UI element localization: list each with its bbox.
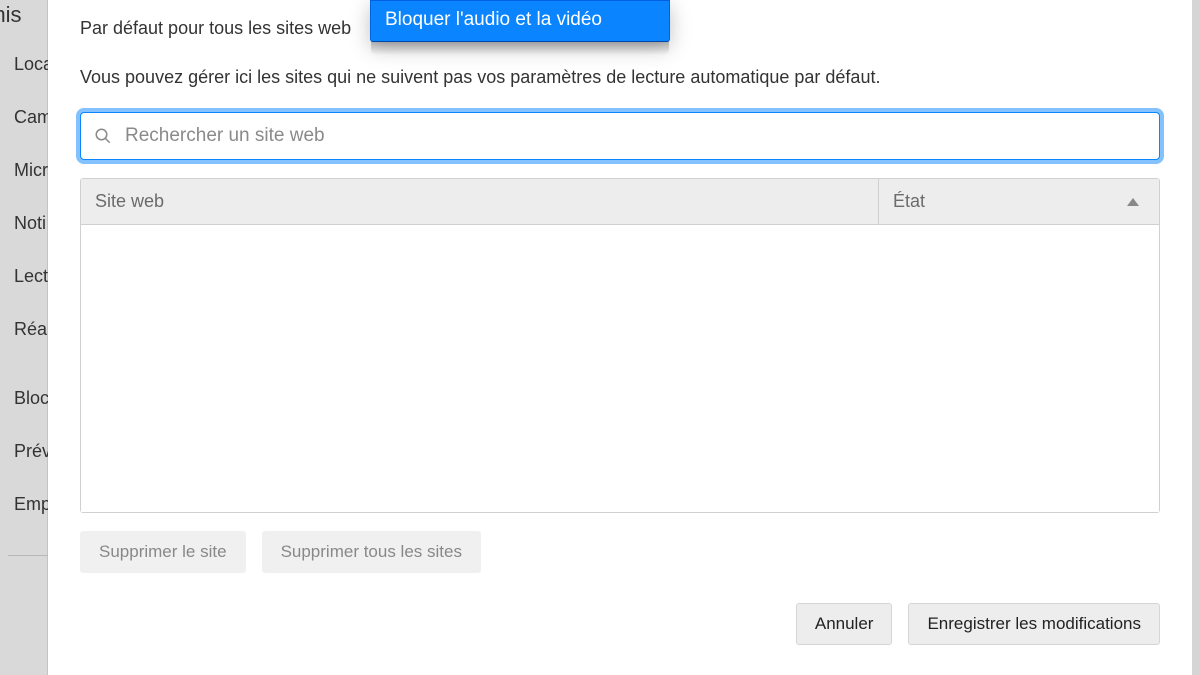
sidebar-item-autoplay[interactable]: Lect [0, 266, 47, 287]
col-header-site[interactable]: Site web [81, 179, 879, 224]
sidebar-divider [8, 555, 48, 556]
window-edge-right [1192, 0, 1200, 675]
sort-asc-icon [1127, 198, 1139, 206]
remove-site-button: Supprimer le site [80, 531, 246, 573]
col-header-etat-label: État [893, 191, 925, 212]
remove-all-sites-button: Supprimer tous les sites [262, 531, 481, 573]
hint-text: Vous pouvez gérer ici les sites qui ne s… [80, 67, 1160, 88]
sidebar-item-fingerprint[interactable]: Emp [0, 494, 47, 515]
sidebar-heading: rmis [0, 2, 47, 28]
sidebar-item-block[interactable]: Bloc [0, 388, 47, 409]
dialog-footer: Annuler Enregistrer les modifications [80, 603, 1160, 645]
search-icon [94, 127, 112, 145]
sidebar-item-camera[interactable]: Cam [0, 107, 47, 128]
settings-sidebar-cropped: rmis Loca Cam Micr Noti Lect Réa Bloc Pr… [0, 0, 48, 675]
site-exceptions-table: Site web État [80, 178, 1160, 513]
search-input[interactable] [80, 112, 1160, 160]
col-header-etat[interactable]: État [879, 179, 1159, 224]
dropdown-option-label: Bloquer l'audio et la vidéo [385, 9, 602, 30]
autoplay-settings-dialog: Par défaut pour tous les sites web Vous … [48, 0, 1192, 675]
default-setting-label: Par défaut pour tous les sites web [80, 18, 351, 39]
sidebar-item-microphone[interactable]: Micr [0, 160, 47, 181]
sidebar-item-notifications[interactable]: Noti [0, 213, 47, 234]
autoplay-default-dropdown-option[interactable]: Bloquer l'audio et la vidéo [370, 0, 670, 42]
sidebar-item-location[interactable]: Loca [0, 54, 47, 75]
save-button[interactable]: Enregistrer les modifications [908, 603, 1160, 645]
sidebar-item-prevent[interactable]: Prév [0, 441, 47, 462]
table-body-empty [81, 225, 1159, 512]
cancel-button[interactable]: Annuler [796, 603, 893, 645]
sidebar-item-vr[interactable]: Réa [0, 319, 47, 340]
remove-buttons-row: Supprimer le site Supprimer tous les sit… [80, 531, 1160, 573]
search-wrapper [80, 112, 1160, 160]
table-header: Site web État [81, 179, 1159, 225]
